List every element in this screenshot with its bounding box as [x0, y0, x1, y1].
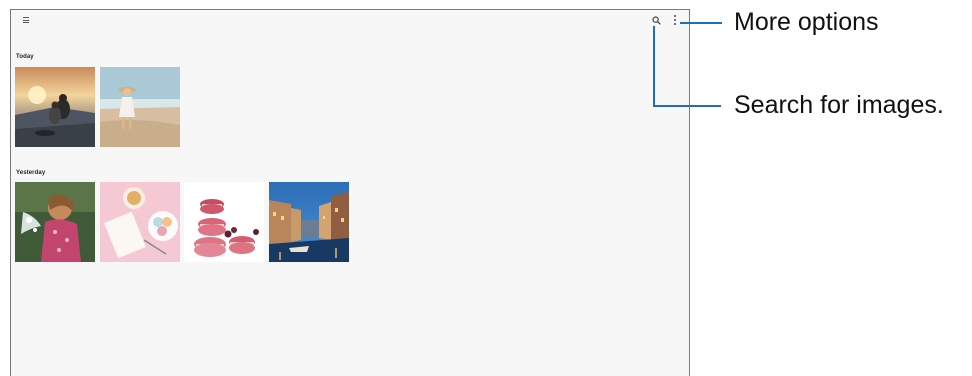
photo-thumbnail-sunset-couple[interactable] — [15, 67, 95, 147]
section-title-yesterday: Yesterday — [16, 170, 46, 176]
photo-thumbnail-girl-beach[interactable] — [100, 67, 180, 147]
search-icon[interactable] — [652, 16, 661, 25]
photo-thumbnail-macaron-stack[interactable] — [184, 182, 264, 262]
gallery-screen: Today Yesterday — [10, 9, 690, 376]
callout-line-search-horizontal — [653, 105, 721, 107]
callout-label-search: Search for images. — [734, 91, 944, 119]
menu-icon[interactable] — [23, 17, 29, 23]
photo-thumbnail-canal-night[interactable] — [269, 182, 349, 262]
callout-label-more-options: More options — [734, 8, 879, 36]
callout-line-search-vertical — [653, 26, 655, 107]
more-options-icon[interactable] — [673, 15, 677, 26]
photo-thumbnail-girl-water-splash[interactable] — [15, 182, 95, 262]
callout-line-more-options — [680, 22, 722, 24]
app-bar — [11, 10, 689, 32]
section-title-today: Today — [16, 54, 34, 60]
photo-thumbnail-tea-and-macarons[interactable] — [100, 182, 180, 262]
